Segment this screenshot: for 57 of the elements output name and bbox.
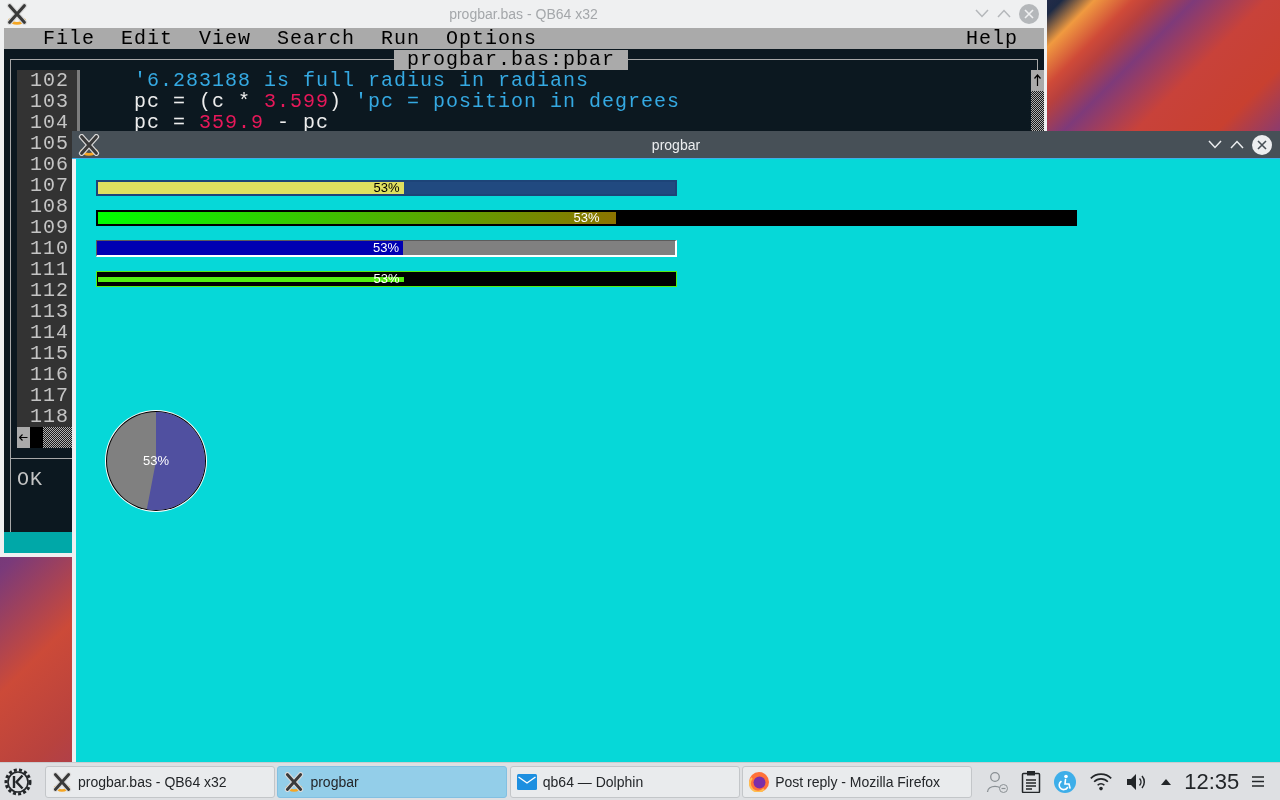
line-number: 104	[30, 112, 69, 133]
menu-item[interactable]: Options	[446, 28, 538, 49]
line-number: 102	[30, 70, 69, 91]
arrow-up-icon	[1033, 74, 1042, 87]
percent-label: 53%	[573, 212, 600, 224]
line-number: 105	[30, 133, 69, 154]
gear-logo-icon[interactable]	[4, 767, 32, 796]
percent-label: 53%	[373, 182, 400, 194]
clock[interactable]: 12:35	[1184, 769, 1240, 794]
menu-item[interactable]: Search	[277, 28, 356, 49]
editor-title: progbar.bas:pbar	[394, 50, 629, 70]
scroll-up-button[interactable]	[1031, 70, 1044, 91]
clipboard-icon[interactable]	[1021, 770, 1042, 793]
line-number: 107	[30, 175, 69, 196]
cross-logo-icon	[284, 771, 305, 792]
code-line: pc = (c * 3.599) 'pc = position in degrees	[134, 91, 681, 112]
cross-logo-icon	[78, 133, 100, 156]
line-number: 112	[30, 280, 69, 301]
line-number: 114	[30, 322, 69, 343]
close-icon[interactable]	[1252, 134, 1272, 155]
code-line: pc = 359.9 - pc	[134, 112, 330, 133]
round-logo-icon	[749, 771, 770, 792]
status-bar	[4, 532, 72, 553]
line-number: 116	[30, 364, 69, 385]
menu-item[interactable]: View	[199, 28, 252, 49]
task-button[interactable]: Post reply - Mozilla Firefox	[742, 765, 973, 798]
line-number: 110	[30, 238, 69, 259]
percent-label: 53%	[143, 455, 169, 467]
wifi-icon[interactable]	[1089, 772, 1114, 791]
task-button[interactable]: progbar	[277, 765, 508, 798]
line-number: 111	[30, 259, 69, 280]
task-button[interactable]: qb64 — Dolphin	[509, 765, 740, 798]
line-number: 109	[30, 217, 69, 238]
menu-item[interactable]: File	[43, 28, 95, 49]
line-number: 117	[30, 385, 69, 406]
envelope-icon	[516, 771, 537, 792]
scroll-left-button[interactable]	[17, 427, 30, 448]
task-button[interactable]: progbar.bas - QB64 x32	[45, 765, 275, 798]
caret-up-icon[interactable]	[1161, 778, 1172, 785]
menu-item[interactable]: Run	[381, 28, 421, 49]
percent-label: 53%	[373, 242, 399, 254]
status-message: OK	[17, 469, 43, 490]
window-title: progbar.bas - QB64 x32	[449, 4, 598, 23]
cross-logo-icon	[52, 771, 72, 792]
line-number: 113	[30, 301, 69, 322]
line-number: 106	[30, 154, 69, 175]
line-number: 103	[30, 91, 69, 112]
menu-item[interactable]: Help	[966, 28, 1018, 49]
cross-logo-icon	[6, 2, 28, 25]
menu-icon[interactable]	[1252, 776, 1265, 787]
line-number: 115	[30, 343, 69, 364]
line-number: 118	[30, 406, 69, 427]
line-number: 108	[30, 196, 69, 217]
menu-item[interactable]: Edit	[121, 28, 174, 49]
window-title: progbar	[651, 135, 701, 154]
scrollbar-thumb[interactable]	[30, 427, 43, 448]
code-line: '6.283188 is full radius in radians	[134, 70, 590, 91]
